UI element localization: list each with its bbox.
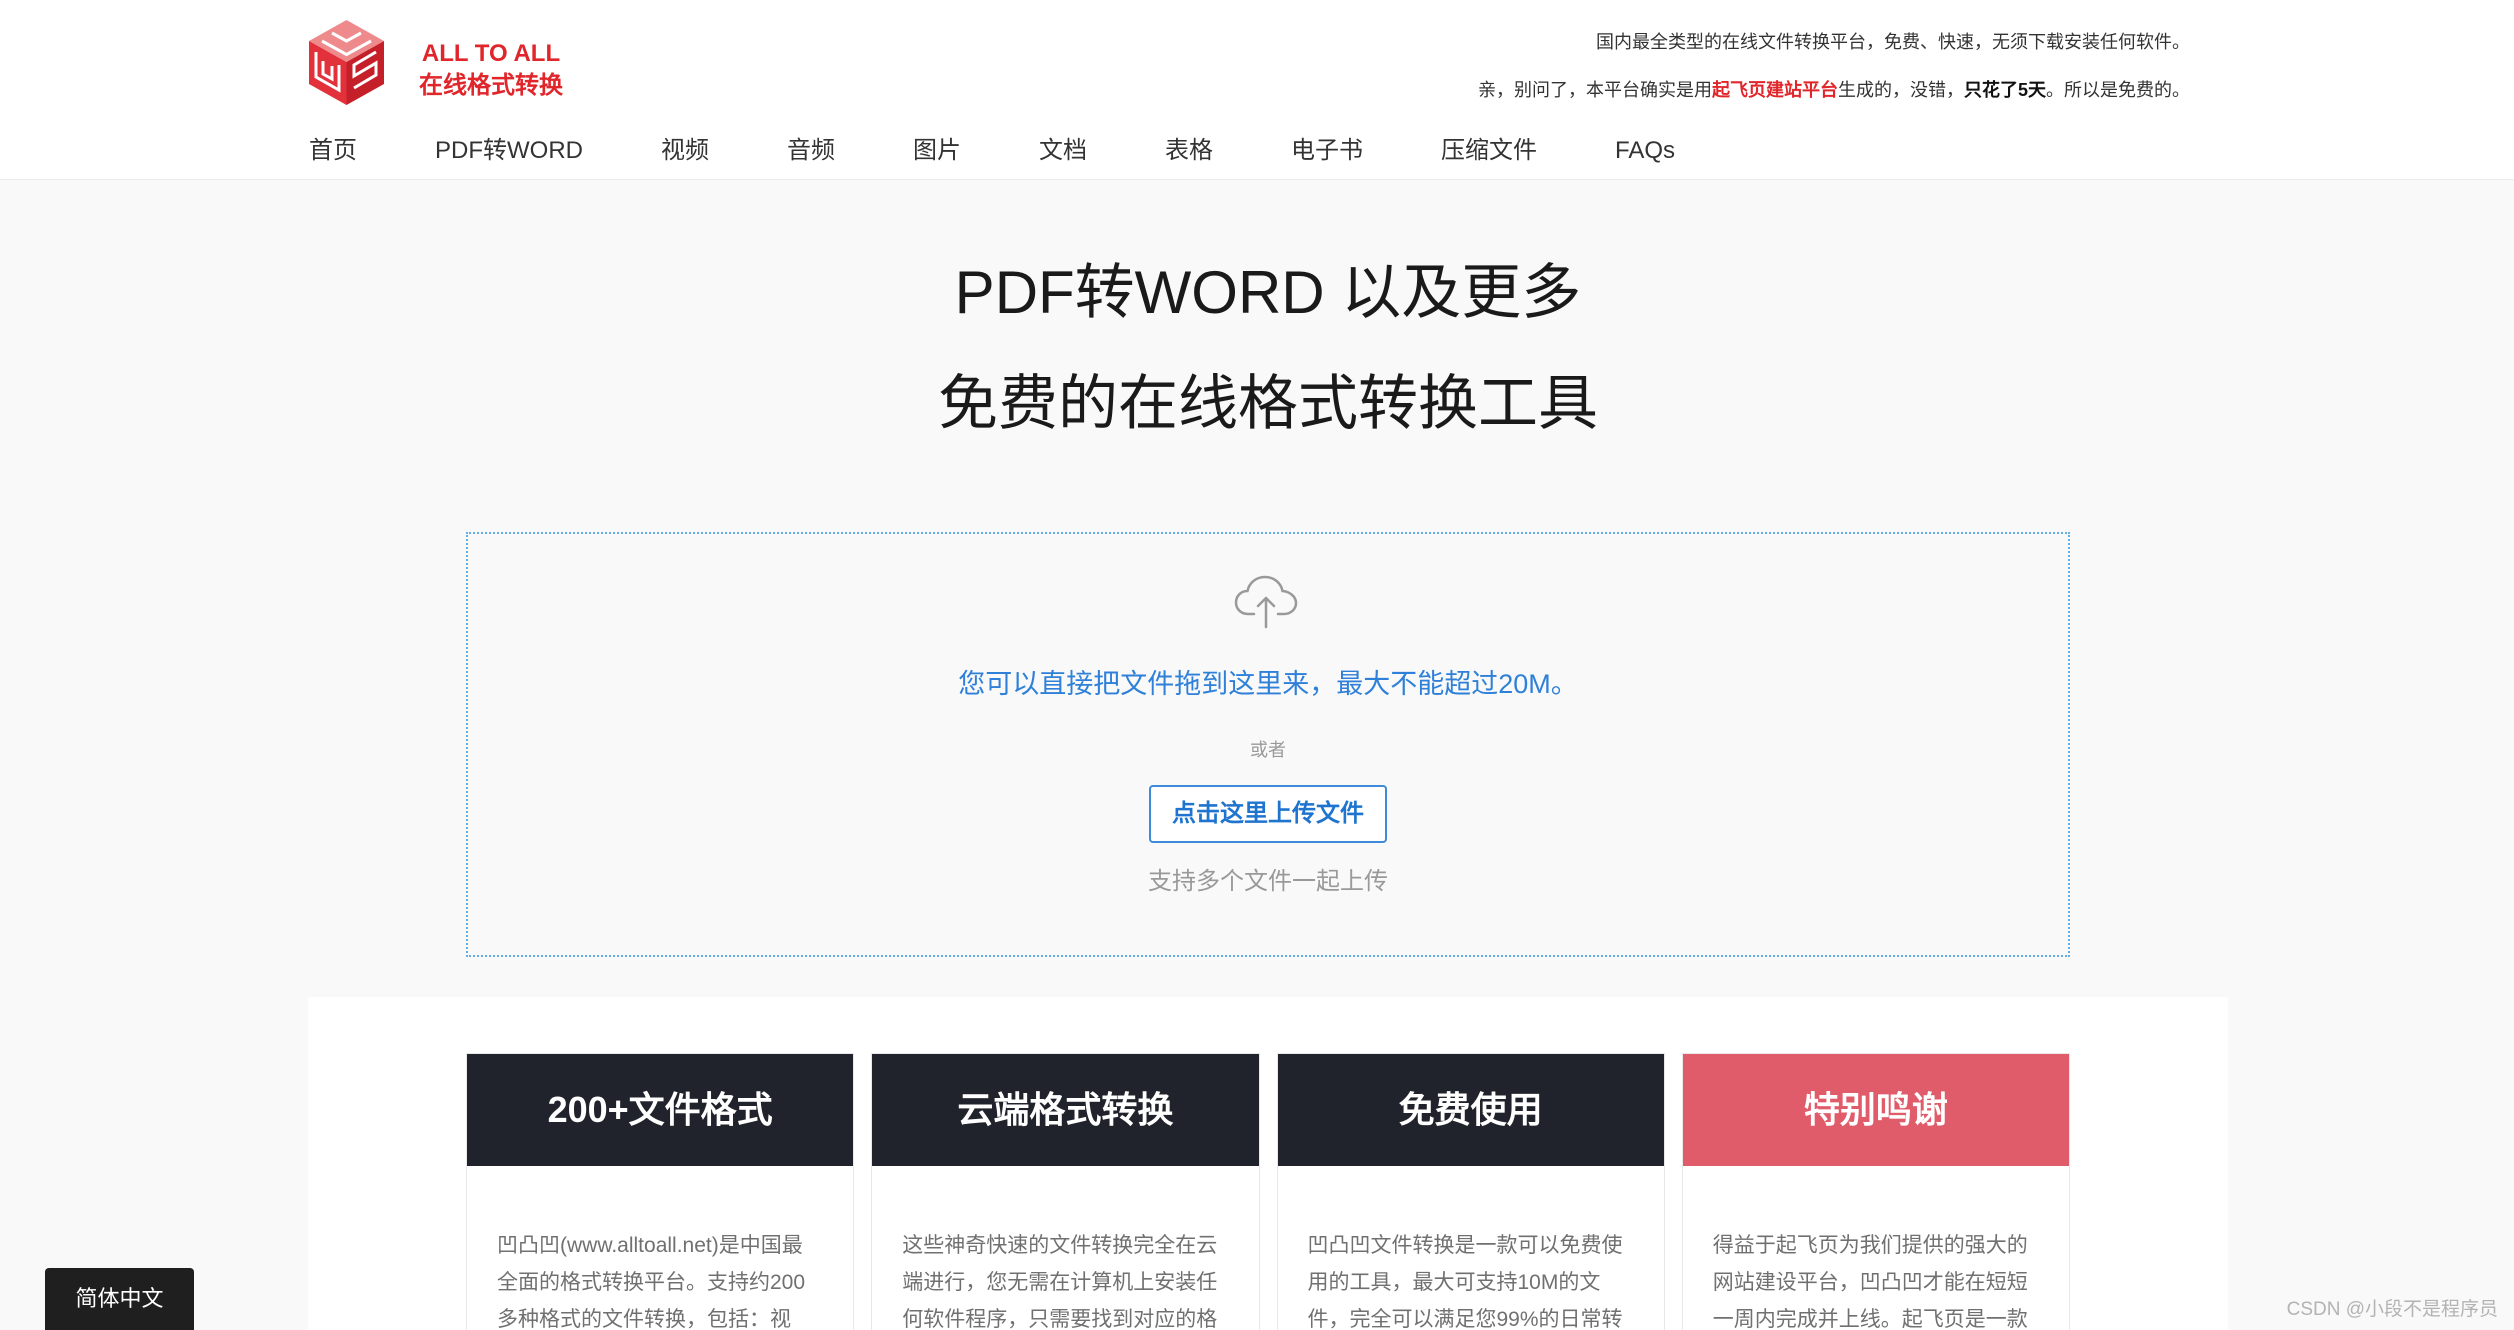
feature-card-cloud: 云端格式转换 这些神奇快速的文件转换完全在云 端进行，您无需在计算机上安装任 何… (871, 1053, 1260, 1330)
nav-ebook[interactable]: 电子书 (1291, 134, 1363, 168)
hero-subtitle: 免费的在线格式转换工具 (938, 370, 1598, 437)
card-title: 特别鸣谢 (1682, 1054, 2069, 1166)
nav-faqs[interactable]: FAQs (1615, 134, 1675, 168)
language-selector-button[interactable]: 简体中文 (45, 1268, 194, 1330)
logo-title: ALL TO ALL (421, 40, 561, 67)
upload-file-button[interactable]: 点击这里上传文件 (1149, 785, 1387, 843)
card-text-line: 何软件程序，只需要找到对应的格 (902, 1308, 1218, 1330)
card-text-line: 用的工具，最大可支持10M的文 (1307, 1271, 1601, 1294)
header-tagline: 国内最全类型的在线文件转换平台，免费、快速，无须下载安装任何软件。 (1596, 32, 2190, 52)
note-middle: 生成的，没错， (1837, 80, 1964, 100)
cube-logo-icon (308, 19, 385, 106)
card-body: 凹凸凹文件转换是一款可以免费使 用的工具，最大可支持10M的文 件，完全可以满足… (1278, 1166, 1664, 1330)
drop-instructions: 您可以直接把文件拖到这里来，最大不能超过20M。 (958, 669, 1578, 699)
header-note: 亲，别问了，本平台确实是用起飞页建站平台生成的，没错，只花了5天。所以是免费的。 (1478, 78, 2190, 102)
note-suffix: 。所以是免费的。 (2046, 80, 2190, 100)
nav-home[interactable]: 首页 (309, 134, 357, 168)
nav-image[interactable]: 图片 (913, 134, 961, 168)
feature-card-free: 免费使用 凹凸凹文件转换是一款可以免费使 用的工具，最大可支持10M的文 件，完… (1276, 1053, 1665, 1330)
feature-card-formats: 200+文件格式 凹凸凹(www.alltoall.net)是中国最 全面的格式… (466, 1053, 855, 1330)
site-logo[interactable]: ALL TO ALL 在线格式转换 (308, 19, 564, 106)
main-nav: 首页 PDF转WORD 视频 音频 图片 文档 表格 电子书 压缩文件 FAQs (309, 134, 1675, 168)
card-text-line: 端进行，您无需在计算机上安装任 (902, 1271, 1218, 1294)
nav-document[interactable]: 文档 (1039, 134, 1087, 168)
nav-spreadsheet[interactable]: 表格 (1165, 134, 1213, 168)
or-separator: 或者 (1250, 740, 1286, 760)
platform-link[interactable]: 起飞页建站平台 (1712, 80, 1838, 100)
card-text-line: 多种格式的文件转换，包括：视 (497, 1308, 791, 1330)
multi-upload-hint: 支持多个文件一起上传 (1148, 868, 1388, 895)
card-text-line: 凹凸凹(www.alltoall.net)是中国最 (497, 1234, 803, 1257)
card-text-line: 网站建设平台，凹凸凹才能在短短 (1712, 1271, 2028, 1294)
card-body: 得益于起飞页为我们提供的强大的 网站建设平台，凹凸凹才能在短短 一周内完成并上线… (1683, 1166, 2069, 1330)
logo-text: ALL TO ALL 在线格式转换 (418, 38, 564, 102)
feature-cards: 200+文件格式 凹凸凹(www.alltoall.net)是中国最 全面的格式… (466, 1053, 2070, 1330)
card-title: 200+文件格式 (467, 1054, 854, 1166)
cloud-upload-icon (1234, 573, 1298, 629)
card-body: 凹凸凹(www.alltoall.net)是中国最 全面的格式转换平台。支持约2… (467, 1166, 853, 1330)
site-header: ALL TO ALL 在线格式转换 国内最全类型的在线文件转换平台，免费、快速，… (0, 0, 2514, 180)
card-text-line: 件，完全可以满足您99%的日常转 (1307, 1308, 1623, 1330)
card-title: 云端格式转换 (872, 1054, 1259, 1166)
card-text-line: 全面的格式转换平台。支持约200 (497, 1271, 806, 1294)
feature-card-thanks: 特别鸣谢 得益于起飞页为我们提供的强大的 网站建设平台，凹凸凹才能在短短 一周内… (1681, 1053, 2070, 1330)
card-text-line: 凹凸凹文件转换是一款可以免费使 (1307, 1234, 1623, 1257)
note-emphasis: 只花了5天 (1963, 80, 2046, 100)
card-text-line: 得益于起飞页为我们提供的强大的 (1712, 1234, 2028, 1257)
card-text-line: 这些神奇快速的文件转换完全在云 (902, 1234, 1218, 1257)
nav-archive[interactable]: 压缩文件 (1441, 134, 1537, 168)
upload-dropzone[interactable]: 您可以直接把文件拖到这里来，最大不能超过20M。 或者 点击这里上传文件 支持多… (466, 532, 2070, 957)
hero-title: PDF转WORD 以及更多 (954, 259, 1582, 326)
nav-video[interactable]: 视频 (661, 134, 709, 168)
card-title: 免费使用 (1277, 1054, 1664, 1166)
watermark-text: CSDN @小段不是程序员 (2286, 1299, 2498, 1320)
page: ALL TO ALL 在线格式转换 国内最全类型的在线文件转换平台，免费、快速，… (0, 0, 2514, 1330)
card-text-line: 一周内完成并上线。起飞页是一款 (1712, 1308, 2028, 1330)
note-prefix: 亲，别问了，本平台确实是用 (1477, 80, 1712, 100)
logo-subtitle: 在线格式转换 (419, 72, 563, 99)
nav-pdf-to-word[interactable]: PDF转WORD (435, 134, 583, 168)
card-body: 这些神奇快速的文件转换完全在云 端进行，您无需在计算机上安装任 何软件程序，只需… (872, 1166, 1258, 1330)
nav-audio[interactable]: 音频 (787, 134, 835, 168)
